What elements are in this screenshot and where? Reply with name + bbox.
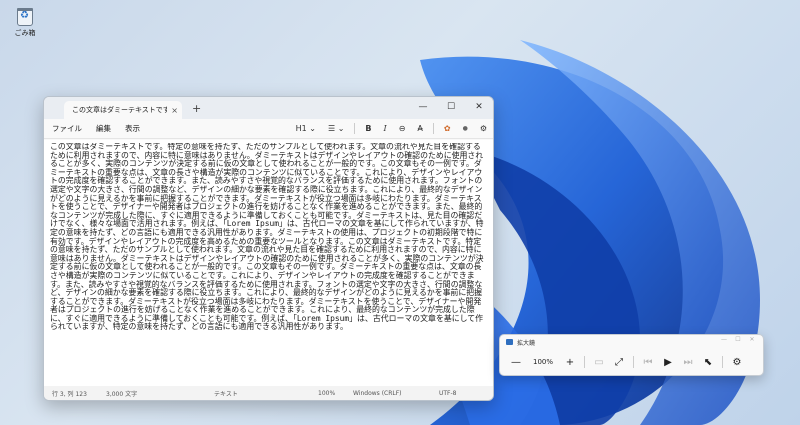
magnifier-app-icon — [506, 339, 513, 345]
magnifier-title-bar: 拡大鏡 — ☐ ✕ — [500, 335, 763, 349]
zoom-level: 100% — [532, 358, 553, 366]
bold-button[interactable]: B — [365, 124, 371, 133]
magnifier-toolbar: — 100% + ▭ ⤢ ⏮ ▶ ⏭ ⬉ ⚙ — [500, 349, 763, 375]
line-ending-indicator: Windows (CRLF) — [353, 389, 402, 397]
character-count: 3,000 文字 — [106, 390, 138, 398]
play-icon[interactable]: ▶ — [658, 357, 678, 368]
magnifier-close-button[interactable]: ✕ — [745, 336, 759, 343]
magnifier-settings-icon[interactable]: ⚙ — [727, 357, 747, 368]
menu-file[interactable]: ファイル — [52, 123, 82, 134]
list-dropdown[interactable]: ☰ ⌄ — [328, 124, 344, 133]
magnifier-window-controls: — ☐ ✕ — [717, 336, 759, 343]
heading-dropdown[interactable]: H1 ⌄ — [296, 124, 316, 133]
zoom-indicator: 100% — [318, 389, 336, 397]
new-tab-button[interactable]: + — [192, 102, 201, 116]
magnifier-divider-3 — [722, 356, 723, 368]
italic-button[interactable]: I — [384, 124, 387, 133]
toolbar-divider — [354, 123, 356, 134]
document-body[interactable]: この文章はダミーテキストです。特定の意味を持たず、ただのサンプルとして使われます… — [50, 143, 487, 386]
magnifier-window: 拡大鏡 — ☐ ✕ — 100% + ▭ ⤢ ⏮ ▶ ⏭ ⬉ ⚙ — [499, 334, 764, 376]
zoom-in-button[interactable]: + — [560, 357, 580, 368]
status-bar: 行 3, 列 123 3,000 文字 テキスト 100% Windows (C… — [44, 386, 493, 400]
clear-format-icon[interactable]: A̶ — [417, 124, 422, 133]
notepad-window: この文章はダミーテキストです。特定の意味 × + — ☐ ✕ ファイル 編集 表… — [43, 96, 494, 401]
text-editor[interactable]: この文章はダミーテキストです。特定の意味を持たず、ただのサンプルとして使われます… — [44, 140, 493, 386]
menu-edit[interactable]: 編集 — [96, 123, 111, 134]
close-window-button[interactable]: ✕ — [465, 97, 493, 117]
cursor-position: 行 3, 列 123 — [52, 390, 87, 398]
recycle-bin-icon — [17, 8, 33, 26]
zoom-out-button[interactable]: — — [506, 357, 526, 368]
expand-icon[interactable]: ⤢ — [609, 357, 629, 368]
document-tab-title: この文章はダミーテキストです。特定の意味 — [72, 106, 167, 114]
magnifier-minimize-button[interactable]: — — [717, 336, 731, 343]
close-tab-icon[interactable]: × — [171, 106, 178, 115]
previous-icon[interactable]: ⏮ — [638, 357, 658, 368]
window-controls: — ☐ ✕ — [409, 97, 493, 117]
magnifier-divider-2 — [633, 356, 634, 368]
menu-bar: ファイル 編集 表示 H1 ⌄ ☰ ⌄ B I ⊖ A̶ ✿ ● ⚙ — [44, 119, 493, 139]
view-mode-icon[interactable]: ▭ — [589, 357, 609, 368]
recycle-bin-label: ごみ箱 — [14, 29, 36, 37]
read-from-here-icon[interactable]: ⬉ — [698, 357, 718, 368]
account-icon[interactable]: ● — [463, 125, 468, 132]
maximize-button[interactable]: ☐ — [437, 97, 465, 117]
link-icon[interactable]: ⊖ — [399, 124, 406, 133]
toolbar-divider-2 — [432, 123, 434, 134]
next-icon[interactable]: ⏭ — [678, 357, 698, 368]
magnifier-divider — [584, 356, 585, 368]
menu-view[interactable]: 表示 — [125, 123, 140, 134]
recycle-bin-desktop-icon[interactable]: ごみ箱 — [10, 8, 40, 38]
minimize-button[interactable]: — — [409, 97, 437, 117]
format-indicator: テキスト — [214, 390, 238, 398]
magnifier-title: 拡大鏡 — [517, 339, 536, 347]
settings-gear-icon[interactable]: ⚙ — [480, 124, 487, 133]
document-tab[interactable]: この文章はダミーテキストです。特定の意味 × — [64, 101, 182, 119]
copilot-icon[interactable]: ✿ — [444, 124, 451, 133]
encoding-indicator: UTF-8 — [439, 389, 457, 397]
title-bar: この文章はダミーテキストです。特定の意味 × + — ☐ ✕ — [44, 97, 493, 119]
magnifier-maximize-button[interactable]: ☐ — [731, 336, 745, 343]
